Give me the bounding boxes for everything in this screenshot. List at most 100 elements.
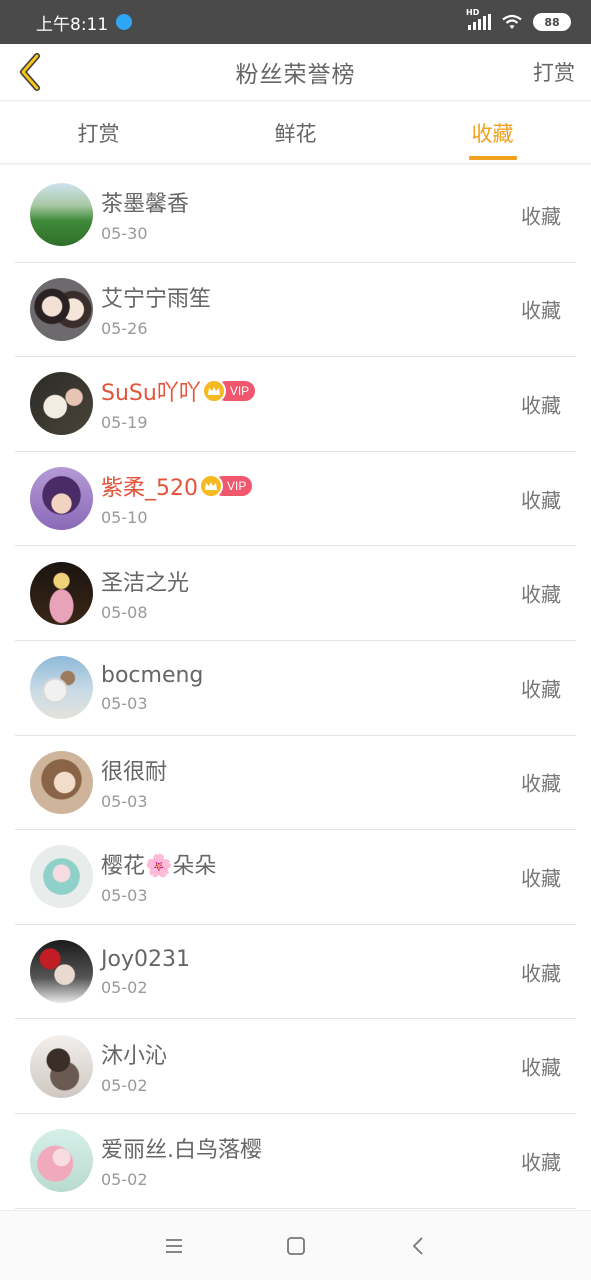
- list-item[interactable]: 爱丽丝.白鸟落樱 05-02 收藏: [15, 1114, 576, 1209]
- item-date: 05-26: [101, 318, 148, 338]
- tab-favorites[interactable]: 收藏: [394, 102, 591, 163]
- avatar[interactable]: [30, 750, 93, 814]
- action-label: 收藏: [521, 488, 561, 513]
- nav-back-button[interactable]: [357, 1211, 479, 1280]
- status-bar: 上午8:11 HD 88: [0, 0, 591, 44]
- avatar[interactable]: [30, 940, 93, 1004]
- name-line: 爱丽丝.白鸟落樱: [101, 1132, 262, 1164]
- user-name: 爱丽丝.白鸟落樱: [101, 1138, 262, 1164]
- list-item[interactable]: SuSu吖吖 VIP 05-19 收藏: [15, 357, 576, 452]
- header: 粉丝荣誉榜 打赏: [0, 44, 591, 101]
- item-info: 沐小沁 05-02: [101, 1038, 167, 1095]
- active-tab-indicator: [468, 156, 517, 160]
- item-info: Joy0231 05-02: [101, 947, 190, 997]
- name-line: 沐小沁: [101, 1038, 167, 1070]
- name-line: 紫柔_520 VIP: [101, 470, 253, 502]
- name-line: 很很耐: [101, 754, 167, 786]
- list-item[interactable]: 紫柔_520 VIP 05-10 收藏: [15, 452, 576, 547]
- action-label: 收藏: [521, 961, 561, 986]
- item-date: 05-08: [101, 602, 148, 622]
- list-item[interactable]: 艾宁宁雨笙 05-26 收藏: [15, 263, 576, 358]
- avatar[interactable]: [30, 467, 93, 531]
- item-info: 艾宁宁雨笙 05-26: [101, 281, 211, 338]
- list-item[interactable]: Joy0231 05-02 收藏: [15, 925, 576, 1020]
- action-label: 收藏: [521, 393, 561, 418]
- item-date: 05-03: [101, 791, 148, 811]
- action-label: 收藏: [521, 204, 561, 229]
- user-name: 很很耐: [101, 759, 168, 785]
- list-item[interactable]: 樱花🌸朵朵 05-03 收藏: [15, 830, 576, 925]
- tab-bar: 打赏 鲜花 收藏: [0, 102, 591, 164]
- item-date: 05-02: [101, 1075, 148, 1095]
- name-line: bocmeng: [101, 663, 203, 688]
- item-info: 爱丽丝.白鸟落樱 05-02: [101, 1132, 262, 1189]
- status-left: 上午8:11: [36, 10, 133, 35]
- vip-badge: VIP: [199, 474, 253, 499]
- home-button[interactable]: [235, 1211, 357, 1280]
- list-item[interactable]: bocmeng 05-03 收藏: [15, 641, 576, 736]
- action-label: 收藏: [521, 677, 561, 702]
- name-line: SuSu吖吖 VIP: [101, 375, 256, 407]
- name-line: 樱花🌸朵朵: [101, 848, 216, 880]
- name-line: 艾宁宁雨笙: [101, 281, 211, 313]
- item-date: 05-19: [101, 413, 148, 433]
- item-info: 茶墨馨香 05-30: [101, 186, 189, 243]
- tab-label: 打赏: [77, 121, 120, 146]
- list-item[interactable]: 茶墨馨香 05-30 收藏: [15, 168, 576, 263]
- back-button[interactable]: [8, 50, 52, 94]
- item-info: 紫柔_520 VIP 05-10: [101, 470, 253, 528]
- name-line: 圣洁之光: [101, 565, 189, 597]
- item-date: 05-10: [101, 508, 148, 528]
- action-label: 收藏: [521, 771, 561, 796]
- avatar[interactable]: [30, 372, 93, 436]
- user-name: 紫柔_520: [101, 476, 198, 502]
- action-label: 收藏: [521, 298, 561, 323]
- avatar[interactable]: [30, 1034, 93, 1098]
- list-item[interactable]: 很很耐 05-03 收藏: [15, 736, 576, 831]
- chevron-left-icon: [20, 53, 40, 91]
- avatar[interactable]: [30, 845, 93, 909]
- item-info: 很很耐 05-03: [101, 754, 167, 811]
- status-right: HD 88: [466, 8, 571, 31]
- avatar[interactable]: [30, 656, 93, 720]
- list-item[interactable]: 沐小沁 05-02 收藏: [15, 1019, 576, 1114]
- crown-icon: [201, 379, 226, 404]
- action-label: 收藏: [521, 1150, 561, 1175]
- status-time: 上午8:11: [36, 14, 109, 35]
- avatar[interactable]: [30, 277, 93, 341]
- user-name: 茶墨馨香: [101, 192, 190, 218]
- network-type: HD: [466, 8, 480, 17]
- item-info: 樱花🌸朵朵 05-03: [101, 848, 216, 905]
- app-notification-icon: [116, 14, 133, 30]
- menu-icon: [165, 1238, 182, 1253]
- user-name: 樱花🌸朵朵: [101, 854, 217, 880]
- user-name: SuSu吖吖: [101, 381, 201, 407]
- avatar[interactable]: [30, 1129, 93, 1193]
- tab-label: 鲜花: [274, 121, 317, 146]
- fan-list: 茶墨馨香 05-30 收藏 艾宁宁雨笙 05-26 收藏 SuSu吖吖 VIP …: [0, 168, 591, 1209]
- item-date: 05-02: [101, 1170, 148, 1190]
- tab-flowers[interactable]: 鲜花: [197, 102, 394, 163]
- item-date: 05-30: [101, 224, 148, 244]
- list-item[interactable]: 圣洁之光 05-08 收藏: [15, 546, 576, 641]
- menu-button[interactable]: [113, 1211, 235, 1280]
- tab-reward[interactable]: 打赏: [0, 102, 197, 163]
- battery-icon: 88: [533, 13, 571, 31]
- home-square-icon: [286, 1236, 305, 1255]
- item-info: bocmeng 05-03: [101, 663, 203, 713]
- user-name: Joy0231: [101, 946, 190, 972]
- vip-badge: VIP: [201, 379, 256, 404]
- item-info: SuSu吖吖 VIP 05-19: [101, 375, 256, 433]
- action-label: 收藏: [521, 1055, 561, 1080]
- user-name: 艾宁宁雨笙: [101, 286, 212, 312]
- back-chevron-icon: [412, 1236, 423, 1255]
- system-nav-bar: [0, 1210, 591, 1280]
- avatar[interactable]: [30, 183, 93, 247]
- reward-button[interactable]: 打赏: [533, 57, 575, 87]
- name-line: 茶墨馨香: [101, 186, 189, 218]
- avatar[interactable]: [30, 561, 93, 625]
- user-name: 圣洁之光: [101, 570, 190, 596]
- name-line: Joy0231: [101, 947, 190, 972]
- crown-icon: [199, 474, 223, 499]
- item-date: 05-03: [101, 886, 148, 906]
